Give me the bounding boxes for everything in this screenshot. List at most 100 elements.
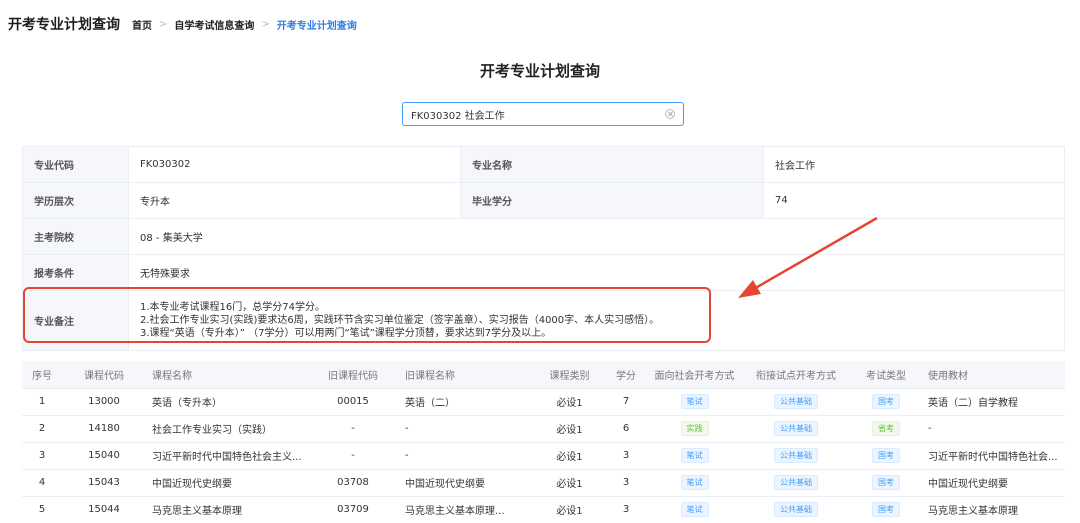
tag-badge: 公共基础	[774, 502, 818, 517]
table-cell: 3	[605, 496, 647, 523]
tag-cell: 国考	[850, 442, 922, 470]
column-header: 学分	[605, 361, 647, 389]
tag-badge: 国考	[872, 394, 900, 409]
clear-icon[interactable]	[665, 109, 675, 119]
table-cell: 马克思主义基本原理	[922, 496, 1065, 523]
tag-cell: 实践	[647, 415, 742, 443]
table-cell: 00015	[307, 388, 399, 416]
table-cell: 必设1	[534, 469, 605, 497]
column-header: 衔接试点开考方式	[742, 361, 850, 389]
table-cell: 中国近现代史纲要	[146, 469, 307, 497]
tag-badge: 公共基础	[774, 475, 818, 490]
table-cell: -	[399, 415, 534, 443]
table-cell: 6	[605, 415, 647, 443]
course-table: 序号 课程代码 课程名称 旧课程代码 旧课程名称 课程类别 学分 面向社会开考方式 衔接试点开考…	[22, 361, 1065, 523]
tag-cell: 国考	[850, 388, 922, 416]
major-code-value: FK030302	[129, 147, 461, 182]
credits-value: 74	[764, 183, 1065, 218]
breadcrumb-home[interactable]: 首页	[132, 17, 152, 32]
breadcrumb: 首页 > 自学考试信息查询 > 开考专业计划查询	[132, 17, 357, 32]
column-header: 课程名称	[146, 361, 307, 389]
table-row: 4 15043 中国近现代史纲要 03708 中国近现代史纲要 必设1 3 笔试 公共基础 国考中…	[22, 469, 1065, 497]
tag-badge: 国考	[872, 502, 900, 517]
tag-cell: 笔试	[647, 496, 742, 523]
table-cell: 英语（专升本）	[146, 388, 307, 416]
tag-badge: 实践	[680, 421, 709, 436]
note-line: 1.本专业考试课程16门，总学分74学分。	[140, 302, 325, 313]
major-info-table: 专业代码 FK030302 专业名称 社会工作 学历层次 专升本 毕业学分 74…	[22, 146, 1065, 351]
tag-cell: 笔试	[647, 469, 742, 497]
table-cell: 14180	[62, 415, 146, 443]
condition-value: 无特殊要求	[129, 255, 1065, 290]
table-cell: 3	[22, 442, 62, 470]
tag-badge: 公共基础	[774, 421, 818, 436]
table-cell: 中国近现代史纲要	[922, 469, 1065, 497]
table-cell: 必设1	[534, 388, 605, 416]
tag-cell: 笔试	[647, 442, 742, 470]
search-box[interactable]	[402, 102, 684, 126]
column-header: 考试类型	[850, 361, 922, 389]
table-cell: 马克思主义基本原理	[146, 496, 307, 523]
tag-badge: 笔试	[680, 502, 709, 517]
notes-value: 1.本专业考试课程16门，总学分74学分。 2.社会工作专业实习(实践)要求达6…	[129, 291, 1065, 350]
table-cell: 社会工作专业实习（实践）	[146, 415, 307, 443]
table-cell: 习近平新时代中国特色社会主义...	[146, 442, 307, 470]
table-cell: 3	[605, 442, 647, 470]
tag-badge: 笔试	[680, 475, 709, 490]
table-cell: -	[307, 415, 399, 443]
breadcrumb-exam-info[interactable]: 自学考试信息查询	[174, 17, 254, 32]
tag-badge: 公共基础	[774, 448, 818, 463]
tag-badge: 国考	[872, 475, 900, 490]
table-cell: 3	[605, 469, 647, 497]
major-name-label: 专业名称	[461, 147, 764, 182]
school-label: 主考院校	[23, 219, 129, 254]
tag-badge: 公共基础	[774, 394, 818, 409]
tag-cell: 笔试	[647, 388, 742, 416]
condition-label: 报考条件	[23, 255, 129, 290]
school-value: 08 - 集美大学	[129, 219, 1065, 254]
table-cell: 4	[22, 469, 62, 497]
table-cell: 03708	[307, 469, 399, 497]
table-cell: 03709	[307, 496, 399, 523]
table-cell: 必设1	[534, 415, 605, 443]
notes-label: 专业备注	[23, 291, 129, 350]
search-input[interactable]	[411, 108, 665, 120]
tag-cell: 国考	[850, 469, 922, 497]
table-cell: 英语（二）自学教程	[922, 388, 1065, 416]
table-cell: 马克思主义基本原理...	[399, 496, 534, 523]
table-cell: -	[399, 442, 534, 470]
tag-badge: 国考	[872, 448, 900, 463]
tag-badge: 省考	[872, 421, 900, 436]
note-line: 2.社会工作专业实习(实践)要求达6周，实践环节含实习单位鉴定（签字盖章）、实习…	[140, 315, 660, 326]
tag-cell: 公共基础	[742, 469, 850, 497]
column-header: 序号	[22, 361, 62, 389]
major-name-value: 社会工作	[764, 147, 1065, 182]
table-row: 2 14180 社会工作专业实习（实践） - - 必设1 6 实践 公共基础 省考 -	[22, 415, 1065, 443]
tag-cell: 公共基础	[742, 442, 850, 470]
table-row: 5 15044 马克思主义基本原理 03709 马克思主义基本原理... 必设1 3 笔试 公共…	[22, 496, 1065, 523]
table-cell: 中国近现代史纲要	[399, 469, 534, 497]
table-cell: 15044	[62, 496, 146, 523]
tag-cell: 省考	[850, 415, 922, 443]
column-header: 课程代码	[62, 361, 146, 389]
column-header: 旧课程名称	[399, 361, 534, 389]
table-cell: 英语（二）	[399, 388, 534, 416]
credits-label: 毕业学分	[461, 183, 764, 218]
table-cell: 13000	[62, 388, 146, 416]
table-cell: -	[307, 442, 399, 470]
note-line: 3.课程“英语（专升本）” （7学分）可以用两门“笔试”课程学分顶替，要求达到7…	[140, 328, 552, 339]
tag-cell: 公共基础	[742, 415, 850, 443]
page-header-title: 开考专业计划查询	[8, 17, 120, 33]
breadcrumb-separator-icon: >	[159, 18, 168, 30]
table-cell: 2	[22, 415, 62, 443]
column-header: 面向社会开考方式	[647, 361, 742, 389]
breadcrumb-separator-icon: >	[261, 18, 270, 30]
tag-badge: 笔试	[680, 448, 709, 463]
table-cell: 7	[605, 388, 647, 416]
page-title: 开考专业计划查询	[479, 62, 600, 80]
table-cell: 必设1	[534, 496, 605, 523]
level-value: 专升本	[129, 183, 461, 218]
column-header: 旧课程代码	[307, 361, 399, 389]
tag-cell: 国考	[850, 496, 922, 523]
tag-badge: 笔试	[680, 394, 709, 409]
